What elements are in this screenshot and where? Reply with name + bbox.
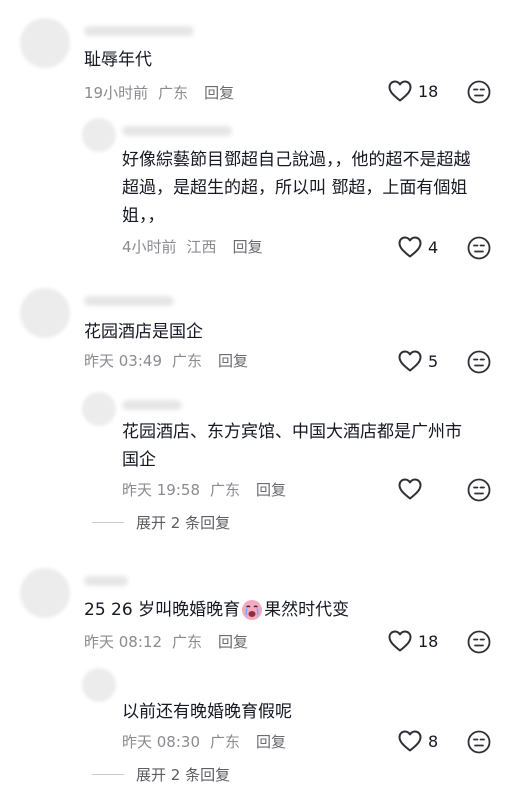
avatar[interactable]: [20, 568, 70, 618]
reply-text-line: 姐，，: [122, 206, 165, 226]
expand-replies-label: 展开 2 条回复: [136, 514, 231, 532]
reply-avatar[interactable]: [82, 668, 116, 702]
heart-outline-icon: [398, 478, 422, 500]
reply-meta: 昨天 19:58 广东 回复: [122, 479, 296, 500]
reply-time: 昨天 19:58: [122, 481, 200, 499]
reply-button[interactable]: 回复: [256, 481, 286, 499]
comment-text-part: 果然时代变: [264, 600, 350, 620]
dislike-button[interactable]: [467, 478, 491, 506]
comment-meta: 19小时前 广东 回复: [84, 82, 244, 103]
like-button[interactable]: [398, 478, 428, 500]
reply-avatar[interactable]: [82, 392, 116, 426]
like-button[interactable]: 5: [398, 350, 438, 372]
comment-time: 昨天 03:49: [84, 352, 162, 370]
reply-text-line: 花园酒店、东方宾馆、中国大酒店都是广州市: [122, 422, 462, 442]
expand-divider: [92, 522, 124, 523]
heart-outline-icon: [388, 630, 412, 652]
reply-time: 昨天 08:30: [122, 733, 200, 751]
reply-text: 好像綜藝節目鄧超自己說過，，他的超不是超越 超過，是超生的超，所以叫 鄧超，上面…: [122, 146, 471, 230]
dislike-button[interactable]: [467, 730, 491, 758]
reply-meta: 4小时前 江西 回复: [122, 236, 273, 257]
reply-text-line: 以前还有晚婚晚育假呢: [122, 702, 292, 722]
comment-meta: 昨天 08:12 广东 回复: [84, 631, 258, 652]
reply-button[interactable]: 回复: [204, 84, 234, 102]
heart-outline-icon: [398, 236, 422, 258]
heart-outline-icon: [398, 350, 422, 372]
like-count: 18: [418, 81, 439, 101]
like-count: 18: [418, 631, 439, 651]
like-count: 5: [428, 351, 439, 371]
comment-text: 耻辱年代: [84, 50, 152, 70]
like-count: 8: [428, 731, 439, 751]
like-count: 4: [428, 237, 439, 257]
comment-location: 广东: [158, 84, 189, 102]
reply-time: 4小时前: [122, 238, 177, 256]
comment-text: 花园酒店是国企: [84, 322, 203, 342]
comment-time: 19小时前: [84, 84, 149, 102]
unamused-face-icon: [467, 630, 491, 654]
expand-divider: [92, 774, 124, 775]
reply-text-line: 国企: [122, 450, 156, 470]
avatar[interactable]: [20, 288, 70, 338]
heart-outline-icon: [398, 730, 422, 752]
dislike-button[interactable]: [467, 350, 491, 378]
reply-location: 广东: [210, 733, 241, 751]
comment-time: 昨天 08:12: [84, 633, 162, 651]
comment-text-part: 25 26 岁叫晚婚晚育: [84, 600, 241, 620]
reply-text: 以前还有晚婚晚育假呢: [122, 698, 292, 726]
heart-outline-icon: [388, 80, 412, 102]
like-button[interactable]: 8: [398, 730, 438, 752]
avatar[interactable]: [20, 18, 70, 68]
unamused-face-icon: [467, 350, 491, 374]
reply-button[interactable]: 回复: [218, 633, 248, 651]
like-button[interactable]: 18: [388, 630, 438, 652]
comment-location: 广东: [172, 633, 203, 651]
reply-button[interactable]: 回复: [233, 238, 263, 256]
unamused-face-icon: [467, 80, 491, 104]
expand-replies-button[interactable]: 展开 2 条回复: [92, 764, 230, 785]
reply-text: 花园酒店、东方宾馆、中国大酒店都是广州市 国企: [122, 418, 462, 474]
crying-face-emoji: [242, 600, 263, 620]
dislike-button[interactable]: [467, 630, 491, 658]
dislike-button[interactable]: [467, 80, 491, 108]
comment-location: 广东: [172, 352, 203, 370]
like-button[interactable]: 18: [388, 80, 438, 102]
unamused-face-icon: [467, 236, 491, 260]
dislike-button[interactable]: [467, 236, 491, 264]
reply-location: 广东: [210, 481, 241, 499]
reply-text-line: 超過，是超生的超，所以叫 鄧超，上面有個姐: [122, 178, 468, 198]
username-blurred[interactable]: [84, 576, 128, 586]
like-button[interactable]: 4: [398, 236, 438, 258]
expand-replies-button[interactable]: 展开 2 条回复: [92, 512, 230, 533]
reply-username-blurred[interactable]: [122, 126, 232, 136]
reply-location: 江西: [186, 238, 217, 256]
reply-button[interactable]: 回复: [256, 733, 286, 751]
unamused-face-icon: [467, 478, 491, 502]
reply-text-line: 好像綜藝節目鄧超自己說過，，他的超不是超越: [122, 150, 471, 170]
reply-username-blurred[interactable]: [122, 400, 182, 410]
comment-text: 25 26 岁叫晚婚晚育 果然时代变: [84, 596, 349, 624]
reply-meta: 昨天 08:30 广东 回复: [122, 731, 296, 752]
unamused-face-icon: [467, 730, 491, 754]
reply-button[interactable]: 回复: [218, 352, 248, 370]
comment-meta: 昨天 03:49 广东 回复: [84, 350, 258, 371]
username-blurred[interactable]: [84, 26, 194, 36]
expand-replies-label: 展开 2 条回复: [136, 766, 231, 784]
reply-avatar[interactable]: [82, 118, 116, 152]
username-blurred[interactable]: [84, 296, 174, 306]
